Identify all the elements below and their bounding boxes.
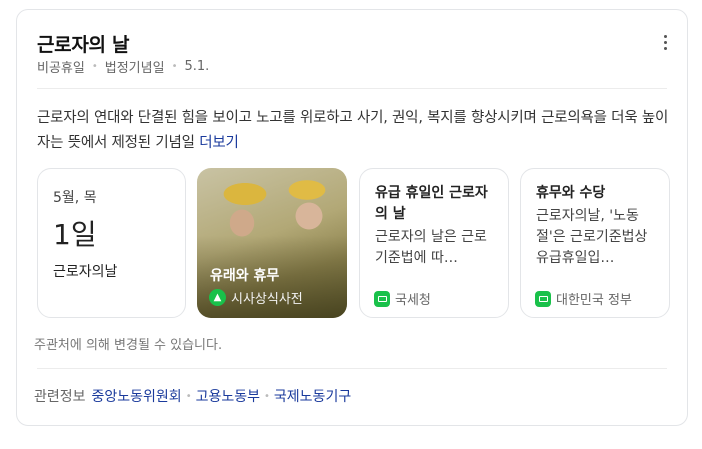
separator-dot: • — [171, 61, 178, 72]
date-weekday: 5월, 목 — [53, 190, 97, 206]
related-link-nlrc[interactable]: 중앙노동위원회 — [92, 386, 182, 406]
description: 근로자의 연대와 단결된 힘을 보이고 노고를 위로하고 사기, 권익, 복지를… — [37, 106, 673, 156]
card-snippet: 근로자의 날은 근로기준법에 따… — [375, 229, 487, 266]
card-snippet: 근로자의날, '노동절'은 근로기준법상 유급휴일입… — [536, 208, 648, 266]
chat-box-icon — [535, 290, 551, 307]
meta-date: 5.1. — [184, 59, 210, 74]
date-day: 1일 — [53, 218, 97, 251]
related-link-ilo[interactable]: 국제노동기구 — [274, 386, 351, 406]
divider — [37, 368, 667, 369]
more-link[interactable]: 더보기 — [199, 135, 239, 151]
knowledge-panel: 근로자의 날 비공휴일 • 법정기념일 • 5.1. 근로자의 연대와 단결된 … — [16, 9, 688, 426]
chat-box-icon — [374, 290, 390, 307]
card-title: 휴무와 수당 — [536, 185, 606, 201]
description-text: 근로자의 연대와 단결된 힘을 보이고 노고를 위로하고 사기, 권익, 복지를… — [37, 110, 669, 151]
photo-source-label: 시사상식사전 — [231, 292, 303, 307]
photo-card-title: 유래와 휴무 — [210, 268, 280, 284]
more-dot-icon — [663, 46, 667, 50]
more-options-button[interactable] — [653, 30, 677, 54]
meta-holiday-type: 비공휴일 — [37, 61, 85, 76]
more-dot-icon — [663, 40, 667, 44]
card-title: 유급 휴일인 근로자의 날 — [375, 185, 488, 222]
card-source: 대한민국 정부 — [535, 289, 632, 308]
more-dot-icon — [663, 34, 667, 38]
date-card[interactable]: 5월, 목 1일 근로자의날 — [37, 168, 186, 318]
separator-dot: • — [264, 390, 270, 402]
photo-card-source: ▲ 시사상식사전 — [209, 288, 303, 307]
date-holiday-name: 근로자의날 — [53, 264, 118, 280]
origin-photo-card[interactable]: 유래와 휴무 ▲ 시사상식사전 — [197, 168, 347, 318]
related-link-moel[interactable]: 고용노동부 — [196, 386, 260, 406]
card-source: 국세청 — [374, 289, 431, 308]
card-source-label: 대한민국 정부 — [556, 293, 632, 308]
paid-holiday-card[interactable]: 유급 휴일인 근로자의 날 근로자의 날은 근로기준법에 따… 국세청 — [359, 168, 509, 318]
panel-meta: 비공휴일 • 법정기념일 • 5.1. — [37, 57, 209, 76]
panel-title: 근로자의 날 — [37, 34, 130, 56]
related-label: 관련정보 — [34, 389, 86, 405]
divider — [37, 88, 667, 89]
separator-dot: • — [185, 390, 192, 402]
meta-category: 법정기념일 — [104, 61, 165, 76]
related-info: 관련정보 중앙노동위원회 • 고용노동부 • 국제노동기구 — [34, 386, 351, 406]
card-source-label: 국세청 — [395, 293, 431, 308]
separator-dot: • — [91, 61, 98, 72]
allowance-card[interactable]: 휴무와 수당 근로자의날, '노동절'은 근로기준법상 유급휴일입… 대한민국 … — [520, 168, 670, 318]
graduation-cap-icon: ▲ — [209, 289, 226, 306]
change-notice: 주관처에 의해 변경될 수 있습니다. — [34, 338, 223, 353]
